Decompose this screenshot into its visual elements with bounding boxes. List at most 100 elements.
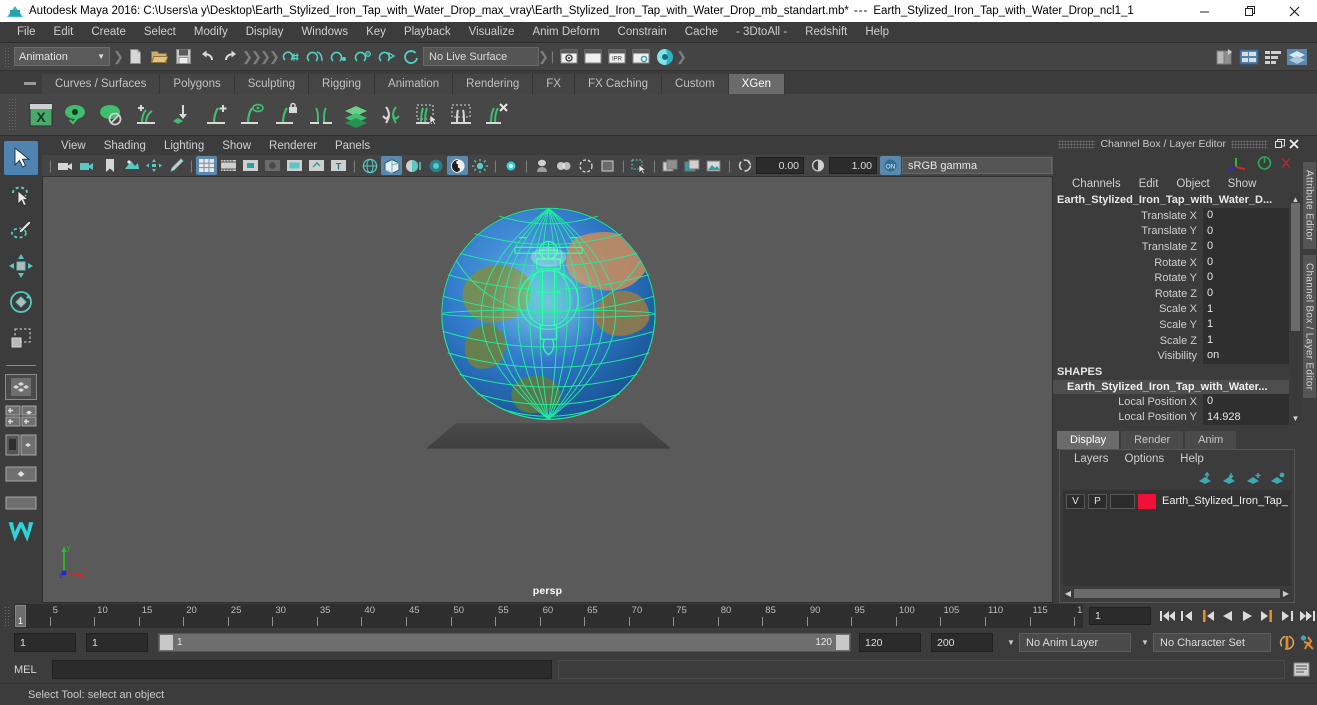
snap-to-grid-icon[interactable] [279, 45, 303, 69]
smooth-mesh-preview-icon[interactable] [597, 156, 618, 175]
minimize-button[interactable] [1182, 0, 1227, 22]
statusline-divider[interactable]: ❯ [113, 46, 124, 68]
panel-drag-grip-2[interactable] [1230, 139, 1269, 149]
safe-action-icon[interactable] [306, 156, 327, 175]
make-live-icon[interactable] [399, 45, 423, 69]
menu-help[interactable]: Help [856, 24, 898, 40]
step-forward-keyframe-icon[interactable] [1277, 606, 1297, 626]
layer-playback-toggle[interactable]: P [1088, 493, 1107, 509]
grid-toggle-icon[interactable] [196, 156, 217, 175]
channel-box-scrollbar[interactable]: ▲ ▼ [1290, 193, 1301, 426]
snap-to-projected-center-icon[interactable] [351, 45, 375, 69]
xgen-editor-icon[interactable]: X [24, 98, 57, 131]
shape-node-name[interactable]: Earth_Stylized_Iron_Tap_with_Water... [1053, 379, 1289, 394]
region-guides-icon[interactable] [444, 98, 477, 131]
step-forward-frame-icon[interactable] [1257, 606, 1277, 626]
animation-start-time-field[interactable]: 1 [14, 633, 76, 652]
open-scene-icon[interactable] [147, 45, 171, 69]
shelf-tab-fx[interactable]: FX [533, 74, 575, 94]
character-set-select[interactable]: No Character Set [1153, 633, 1271, 652]
statusline-divider-7[interactable]: | [548, 46, 557, 68]
tab-render-layers[interactable]: Render [1121, 431, 1184, 450]
time-slider[interactable]: 1 5 10 15 20 25 30 35 40 45 50 55 60 65 70 75 80 85 90 95 1… [14, 604, 1083, 628]
rotate-manip-icon[interactable] [1256, 155, 1273, 171]
persp-graph-layout-button[interactable] [5, 490, 37, 516]
shelf-tab-rendering[interactable]: Rendering [453, 74, 534, 94]
menu-windows[interactable]: Windows [292, 24, 357, 40]
hypershade-icon[interactable] [653, 45, 677, 69]
chevron-down-icon-2[interactable]: ▼ [1137, 638, 1153, 647]
preview-visibility-icon[interactable] [59, 98, 92, 131]
channel-value[interactable]: on [1203, 348, 1289, 364]
auto-keyframe-icon[interactable] [1277, 633, 1297, 653]
place-guide-icon[interactable] [164, 98, 197, 131]
panel-menu-show[interactable]: Show [213, 139, 260, 153]
scrollbar-thumb[interactable] [1074, 589, 1280, 598]
menu-key[interactable]: Key [357, 24, 395, 40]
xray-joints-icon[interactable] [575, 156, 596, 175]
range-slider[interactable]: 1 120 [158, 633, 851, 652]
cb-menu-show[interactable]: Show [1219, 177, 1266, 191]
layer-shading-toggle[interactable] [1110, 493, 1135, 509]
current-time-field[interactable]: 1 [1089, 607, 1151, 625]
tab-display-layers[interactable]: Display [1057, 431, 1120, 450]
lasso-select-tool-button[interactable] [4, 177, 38, 211]
channel-value[interactable]: 14.928 [1203, 409, 1289, 426]
channel-value[interactable]: 0 [1203, 239, 1289, 255]
range-start-handle[interactable] [160, 635, 173, 650]
layer-editor-toggle-icon[interactable] [1285, 45, 1309, 69]
layer-menu-layers[interactable]: Layers [1066, 452, 1117, 466]
tab-anim-layers[interactable]: Anim [1185, 431, 1237, 450]
redo-icon[interactable] [219, 45, 243, 69]
camera-attributes-icon[interactable] [77, 156, 98, 175]
save-scene-icon[interactable] [171, 45, 195, 69]
mirror-guides-icon[interactable] [304, 98, 337, 131]
shelf-tab-polygons[interactable]: Polygons [160, 74, 235, 94]
shelf-grip[interactable] [8, 97, 16, 132]
shelf-tab-custom[interactable]: Custom [662, 74, 729, 94]
render-settings-icon[interactable] [629, 45, 653, 69]
image-plane-icon[interactable] [121, 156, 142, 175]
xray-display-icon[interactable] [553, 156, 574, 175]
text-overlay-icon[interactable]: T [328, 156, 349, 175]
gamma-icon[interactable] [807, 156, 828, 175]
menu-file[interactable]: File [8, 24, 45, 40]
film-gate-display-icon[interactable] [284, 156, 305, 175]
channel-value[interactable]: 1 [1203, 332, 1289, 349]
play-backwards-icon[interactable] [1217, 606, 1237, 626]
exposure-icon[interactable] [734, 156, 755, 175]
layer-menu-options[interactable]: Options [1117, 452, 1173, 466]
script-editor-icon[interactable] [1291, 660, 1311, 679]
color-management-select[interactable]: sRGB gamma [902, 157, 1052, 174]
menu-display[interactable]: Display [237, 24, 293, 40]
channel-row-local-position-y[interactable]: Local Position Y 14.928 [1053, 409, 1301, 426]
cb-menu-channels[interactable]: Channels [1063, 177, 1130, 191]
film-gate-icon[interactable] [218, 156, 239, 175]
undock-panel-icon[interactable] [1273, 137, 1287, 151]
shaded-lighting-icon[interactable] [403, 156, 424, 175]
disable-preview-icon[interactable] [94, 98, 127, 131]
shadows-icon[interactable] [469, 156, 490, 175]
new-layer-icon[interactable] [1246, 472, 1262, 485]
channel-row-translate-x[interactable]: Translate X 0 [1053, 208, 1301, 224]
channel-row-scale-z[interactable]: Scale Z 1 [1053, 332, 1301, 349]
close-button[interactable] [1272, 0, 1317, 22]
play-forwards-icon[interactable] [1237, 606, 1257, 626]
render-sequence-icon[interactable] [581, 45, 605, 69]
tool-settings-toggle-icon[interactable] [1237, 45, 1261, 69]
channel-row-visibility[interactable]: Visibility on [1053, 348, 1301, 364]
panel-menu-renderer[interactable]: Renderer [260, 139, 326, 153]
move-tool-button[interactable] [4, 249, 38, 283]
bookmark-icon[interactable] [99, 156, 120, 175]
range-end-handle[interactable] [836, 635, 849, 650]
channel-value[interactable]: 0 [1203, 285, 1289, 302]
delete-guides-icon[interactable] [479, 98, 512, 131]
snap-to-view-plane-icon[interactable] [375, 45, 399, 69]
render-region-icon[interactable] [659, 156, 680, 175]
lock-guide-icon[interactable] [269, 98, 302, 131]
motion-blur-icon[interactable] [500, 156, 521, 175]
new-scene-icon[interactable] [123, 45, 147, 69]
menu-visualize[interactable]: Visualize [460, 24, 524, 40]
tab-channel-box-layer-editor[interactable]: Channel Box / Layer Editor [1302, 254, 1316, 399]
select-camera-icon[interactable] [55, 156, 76, 175]
